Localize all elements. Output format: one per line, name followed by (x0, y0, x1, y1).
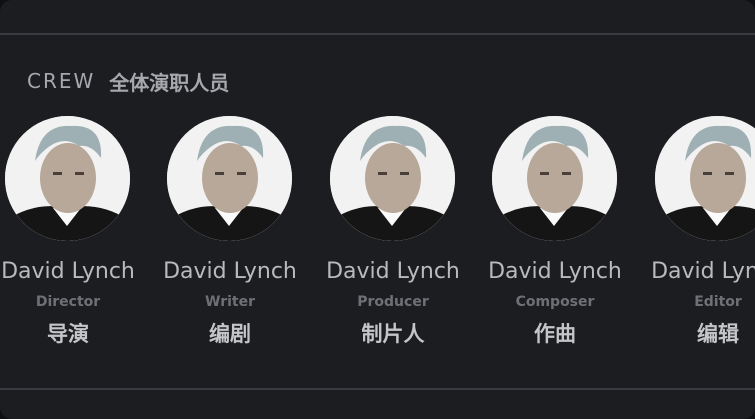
crew-member-producer[interactable]: David Lynch Producer 制片人 (313, 116, 473, 356)
crew-member-editor[interactable]: David Lynch Editor 编辑 (638, 116, 755, 356)
avatar[interactable] (330, 116, 455, 241)
crew-role-zh: 导演 (47, 322, 89, 346)
crew-name: David Lynch (326, 259, 460, 284)
crew-role-zh: 编剧 (209, 322, 251, 346)
person-portrait-icon (492, 116, 617, 241)
section-title-zh: 全体演职人员 (109, 70, 230, 95)
crew-name: David Lynch (651, 259, 755, 284)
crew-role-zh: 制片人 (361, 322, 425, 346)
crew-card: CREW 全体演职人员 David Lynch Director 导演 Davi… (0, 0, 755, 419)
person-portrait-icon (167, 116, 292, 241)
avatar[interactable] (492, 116, 617, 241)
avatar[interactable] (167, 116, 292, 241)
crew-member-director[interactable]: David Lynch Director 导演 (0, 116, 148, 356)
crew-section-header: CREW 全体演职人员 (27, 64, 229, 98)
person-portrait-icon (330, 116, 455, 241)
avatar[interactable] (5, 116, 130, 241)
crew-role-en: Composer (515, 294, 595, 310)
crew-list: David Lynch Director 导演 David Lynch Writ… (0, 116, 755, 356)
crew-role-en: Producer (357, 294, 429, 310)
crew-role-zh: 编辑 (697, 322, 739, 346)
crew-role-en: Writer (205, 294, 255, 310)
crew-member-writer[interactable]: David Lynch Writer 编剧 (150, 116, 310, 356)
crew-role-en: Editor (694, 294, 742, 310)
section-title-en: CREW (27, 69, 96, 93)
crew-name: David Lynch (163, 259, 297, 284)
crew-role-zh: 作曲 (534, 322, 576, 346)
crew-name: David Lynch (488, 259, 622, 284)
person-portrait-icon (5, 116, 130, 241)
top-divider (0, 33, 755, 35)
crew-role-en: Director (35, 294, 101, 310)
crew-name: David Lynch (1, 259, 135, 284)
bottom-divider (0, 388, 755, 390)
crew-member-composer[interactable]: David Lynch Composer 作曲 (475, 116, 635, 356)
person-portrait-icon (655, 116, 755, 241)
avatar[interactable] (655, 116, 755, 241)
